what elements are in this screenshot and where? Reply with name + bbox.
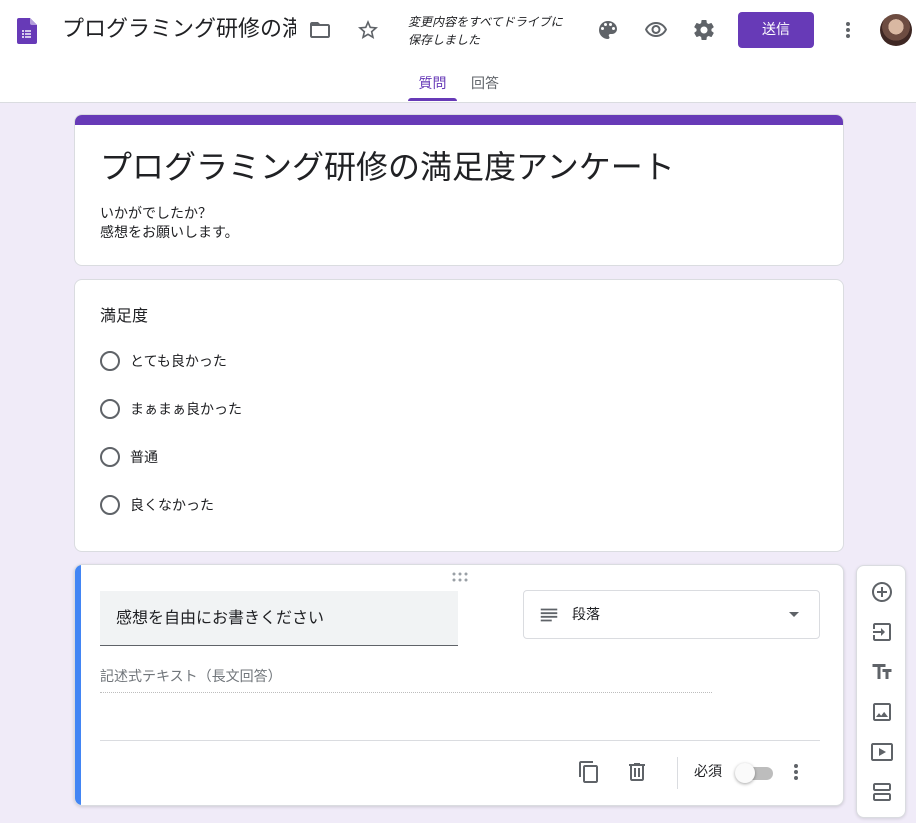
drag-handle-icon[interactable] bbox=[451, 571, 469, 583]
question-title: 満足度 bbox=[100, 306, 149, 325]
required-label: 必須 bbox=[694, 764, 722, 780]
add-title-icon[interactable] bbox=[870, 660, 894, 684]
choice-option[interactable]: まぁまぁ良かった bbox=[100, 397, 242, 421]
preview-eye-icon[interactable] bbox=[636, 10, 676, 50]
theme-accent-bar bbox=[75, 115, 843, 125]
save-status: 変更内容をすべてドライブに 保存しました bbox=[408, 13, 578, 53]
question-more-vert-icon[interactable] bbox=[784, 760, 808, 784]
radio-button[interactable] bbox=[100, 351, 120, 371]
duplicate-icon[interactable] bbox=[577, 760, 601, 784]
question-title-input[interactable]: 感想を自由にお書きください bbox=[100, 591, 458, 646]
choice-label: とても良かった bbox=[130, 354, 227, 370]
save-status-line1: 変更内容をすべてドライブに bbox=[408, 15, 563, 29]
form-description-line1: いかがでしたか？ bbox=[100, 206, 212, 222]
form-title[interactable]: プログラミング研修の満足度アンケート bbox=[100, 145, 675, 189]
star-icon[interactable] bbox=[348, 10, 388, 50]
forms-app-icon[interactable] bbox=[17, 18, 37, 44]
choice-option[interactable]: とても良かった bbox=[100, 349, 227, 373]
paragraph-lines-icon bbox=[540, 608, 558, 622]
radio-button[interactable] bbox=[100, 447, 120, 467]
add-image-icon[interactable] bbox=[870, 700, 894, 724]
active-question-indicator bbox=[75, 565, 81, 805]
import-questions-icon[interactable] bbox=[870, 620, 894, 644]
radio-button[interactable] bbox=[100, 495, 120, 515]
required-toggle[interactable] bbox=[735, 762, 773, 784]
add-section-icon[interactable] bbox=[870, 780, 894, 804]
toggle-thumb bbox=[735, 763, 755, 783]
settings-gear-icon[interactable] bbox=[684, 10, 724, 50]
question-footer-divider bbox=[100, 740, 820, 741]
form-description[interactable]: いかがでしたか？ 感想をお願いします。 bbox=[100, 205, 239, 243]
top-bar: プログラミング研修の満足度アンケート 変更内容をすべてドライブに 保存しました … bbox=[0, 0, 916, 103]
dropdown-caret-icon bbox=[789, 612, 799, 617]
footer-vertical-divider bbox=[677, 757, 678, 789]
add-question-icon[interactable] bbox=[870, 580, 894, 604]
radio-button[interactable] bbox=[100, 399, 120, 419]
save-status-line2: 保存しました bbox=[408, 33, 481, 47]
document-title[interactable]: プログラミング研修の満足度アンケート bbox=[62, 14, 296, 46]
delete-trash-icon[interactable] bbox=[625, 760, 649, 784]
choice-label: まぁまぁ良かった bbox=[130, 402, 242, 418]
floating-toolbar bbox=[856, 565, 906, 818]
choice-label: 普通 bbox=[130, 450, 158, 466]
avatar[interactable] bbox=[880, 14, 912, 46]
active-tab-indicator bbox=[408, 98, 457, 101]
question-type-dropdown[interactable]: 段落 bbox=[523, 590, 820, 639]
long-answer-placeholder: 記述式テキスト（長文回答） bbox=[100, 667, 712, 693]
choice-option[interactable]: 普通 bbox=[100, 445, 158, 469]
folder-icon[interactable] bbox=[300, 10, 340, 50]
question-card-feedback[interactable]: 感想を自由にお書きください 段落 記述式テキスト（長文回答） 必須 bbox=[74, 564, 844, 806]
palette-icon[interactable] bbox=[588, 10, 628, 50]
tab-responses[interactable]: 回答 bbox=[465, 72, 505, 102]
form-title-card[interactable]: プログラミング研修の満足度アンケート いかがでしたか？ 感想をお願いします。 bbox=[74, 114, 844, 266]
question-card-satisfaction[interactable]: 満足度 とても良かった まぁまぁ良かった 普通 良くなかった bbox=[74, 279, 844, 552]
send-button[interactable]: 送信 bbox=[738, 12, 814, 48]
add-video-icon[interactable] bbox=[870, 740, 894, 764]
question-type-label: 段落 bbox=[572, 607, 600, 623]
form-description-line2: 感想をお願いします。 bbox=[100, 225, 239, 241]
more-vert-icon[interactable] bbox=[828, 10, 868, 50]
choice-option[interactable]: 良くなかった bbox=[100, 493, 214, 517]
choice-label: 良くなかった bbox=[130, 498, 214, 514]
